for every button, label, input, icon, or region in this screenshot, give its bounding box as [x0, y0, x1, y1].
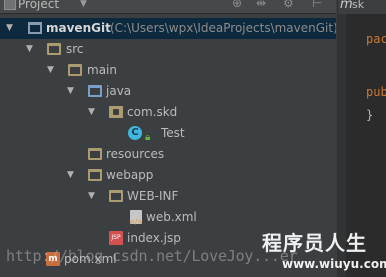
- package-label: com.skd: [127, 105, 178, 119]
- expand-arrow-icon[interactable]: ▼: [88, 186, 95, 207]
- main-label: main: [87, 63, 117, 77]
- xml-file-icon: [129, 210, 143, 233]
- expand-arrow-icon[interactable]: ▼: [88, 102, 95, 123]
- tree-node-java[interactable]: ▼ java: [0, 81, 336, 102]
- folder-icon: [109, 190, 123, 202]
- site-url-watermark: www.wiuyu.com: [282, 257, 386, 271]
- root-name: mavenGit: [46, 21, 111, 35]
- class-icon: C: [128, 126, 142, 140]
- external-libraries-row-cutoff: [0, 270, 336, 277]
- tree-node-webapp[interactable]: ▼ webapp: [0, 165, 336, 186]
- expand-arrow-icon[interactable]: ▼: [26, 39, 33, 60]
- crosshair-icon[interactable]: ⊕: [232, 0, 242, 10]
- tree-node-test-class[interactable]: C 🔒︎ Test: [0, 123, 336, 144]
- resources-folder-icon: [88, 148, 102, 160]
- panel-title[interactable]: Project: [18, 0, 59, 11]
- tree-node-src[interactable]: ▼ src: [0, 39, 336, 60]
- tree-node-main[interactable]: ▼ main: [0, 60, 336, 81]
- web-folder-icon: [88, 169, 102, 181]
- tree-node-mavenGit[interactable]: ▼ mavenGit (C:\Users\wpx\IdeaProjects\ma…: [0, 18, 336, 39]
- folder-icon: [47, 43, 61, 55]
- project-panel-header: Project ▼ ⊕ ⇹ ⚙ ⊢: [0, 0, 336, 14]
- code-line-public: pub: [366, 85, 386, 99]
- maven-tab-icon[interactable]: m: [340, 0, 353, 12]
- src-label: src: [66, 42, 84, 56]
- split-icon[interactable]: ⇹: [256, 0, 266, 10]
- tree-node-package[interactable]: ▼ com.skd: [0, 102, 336, 123]
- tree-node-resources[interactable]: resources: [0, 144, 336, 165]
- tree-node-webinf[interactable]: ▼ WEB-INF: [0, 186, 336, 207]
- folder-icon: [68, 64, 82, 76]
- code-line-package: pac: [366, 32, 386, 46]
- module-folder-icon: [28, 22, 42, 34]
- editor-tab-label[interactable]: sk: [352, 0, 364, 11]
- root-path: (C:\Users\wpx\IdeaProjects\mavenGit): [110, 21, 336, 35]
- webinf-label: WEB-INF: [127, 189, 179, 203]
- expand-arrow-icon[interactable]: ▼: [47, 60, 54, 81]
- tree-node-webxml[interactable]: web.xml: [0, 207, 336, 233]
- package-icon: [109, 106, 123, 118]
- indexjsp-label: index.jsp: [127, 231, 181, 245]
- hide-icon[interactable]: ⊢: [312, 0, 322, 10]
- webxml-label: web.xml: [146, 210, 197, 224]
- chevron-down-icon[interactable]: ▼: [80, 0, 87, 9]
- blog-url-watermark: http://blog.csdn.net/LoveJoy...er: [6, 247, 298, 265]
- expand-arrow-icon[interactable]: ▼: [6, 18, 13, 39]
- class-label: Test: [161, 126, 185, 140]
- gear-icon[interactable]: ⚙: [283, 0, 294, 10]
- project-icon: [4, 0, 16, 10]
- expand-arrow-icon[interactable]: ▼: [67, 81, 74, 102]
- jsp-file-icon: JSP: [109, 231, 123, 245]
- java-label: java: [106, 84, 132, 98]
- code-line-brace: }: [366, 108, 374, 122]
- webapp-label: webapp: [106, 168, 154, 182]
- expand-arrow-icon[interactable]: ▼: [67, 165, 74, 186]
- resources-label: resources: [106, 147, 165, 161]
- site-name-watermark: 程序员人生: [262, 231, 367, 255]
- editor-tab-bar: m sk: [338, 0, 386, 14]
- source-folder-icon: [88, 85, 102, 97]
